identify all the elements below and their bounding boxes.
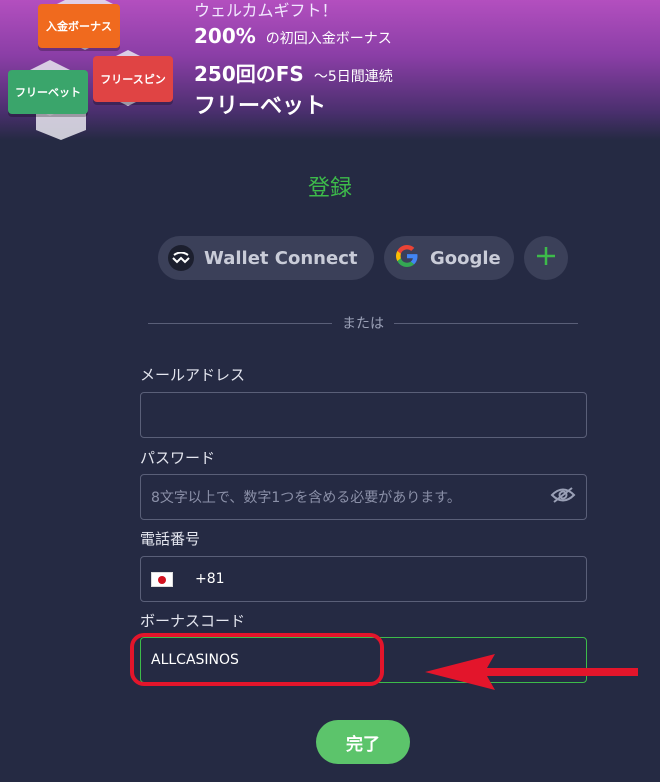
bonus-code-label: ボーナスコード (140, 612, 246, 630)
banner-decoration: 入金ボーナス フリースピン フリーベット (0, 0, 180, 140)
japan-flag-icon[interactable] (151, 571, 173, 587)
promo-line-2: 250回のFS ～5日間連続 (194, 58, 393, 87)
walletconnect-icon (168, 245, 194, 271)
email-field[interactable] (140, 392, 587, 438)
promo-line-3: フリーベット (194, 94, 327, 119)
promo-line-1-big: 200% (194, 24, 256, 48)
wallet-connect-label: Wallet Connect (204, 247, 358, 269)
google-icon (394, 243, 420, 274)
password-placeholder: 8文字以上で、数字1つを含める必要があります。 (151, 490, 461, 506)
page-title: 登録 (307, 176, 352, 201)
submit-button[interactable]: 完了 (316, 720, 410, 764)
social-login-row: Wallet Connect Google (158, 236, 568, 280)
divider-line (394, 322, 578, 324)
phone-field[interactable]: +81 (140, 556, 587, 602)
google-label: Google (430, 247, 501, 269)
password-label: パスワード (140, 449, 216, 467)
eye-off-icon[interactable] (550, 486, 576, 508)
or-divider: または (148, 313, 578, 333)
phone-label: 電話番号 (140, 530, 201, 548)
phone-country-code: +81 (195, 571, 225, 587)
wallet-connect-button[interactable]: Wallet Connect (158, 236, 374, 280)
promo-line-2-small: ～5日間連続 (313, 69, 393, 85)
bonus-code-highlight (130, 633, 384, 686)
promo-banner: 入金ボーナス フリースピン フリーベット ウェルカムギフト！ 200% の初回入金… (0, 0, 660, 140)
google-login-button[interactable]: Google (384, 236, 514, 280)
email-label: メールアドレス (140, 366, 246, 384)
promo-line-1-small: の初回入金ボーナス (265, 31, 392, 47)
free-bet-tile: フリーベット (8, 70, 88, 114)
divider-text: または (342, 316, 384, 332)
arrow-left-icon (425, 654, 638, 690)
promo-line-2-big: 250回のFS (194, 62, 304, 86)
password-field[interactable]: 8文字以上で、数字1つを含める必要があります。 (140, 474, 587, 520)
divider-line (148, 322, 332, 324)
promo-line-1: 200% の初回入金ボーナス (194, 24, 392, 48)
deposit-bonus-tile: 入金ボーナス (38, 4, 120, 48)
more-login-options-button[interactable] (524, 236, 568, 280)
free-spin-tile: フリースピン (93, 56, 173, 102)
welcome-text: ウェルカムギフト！ (194, 1, 338, 20)
plus-icon (535, 245, 557, 272)
